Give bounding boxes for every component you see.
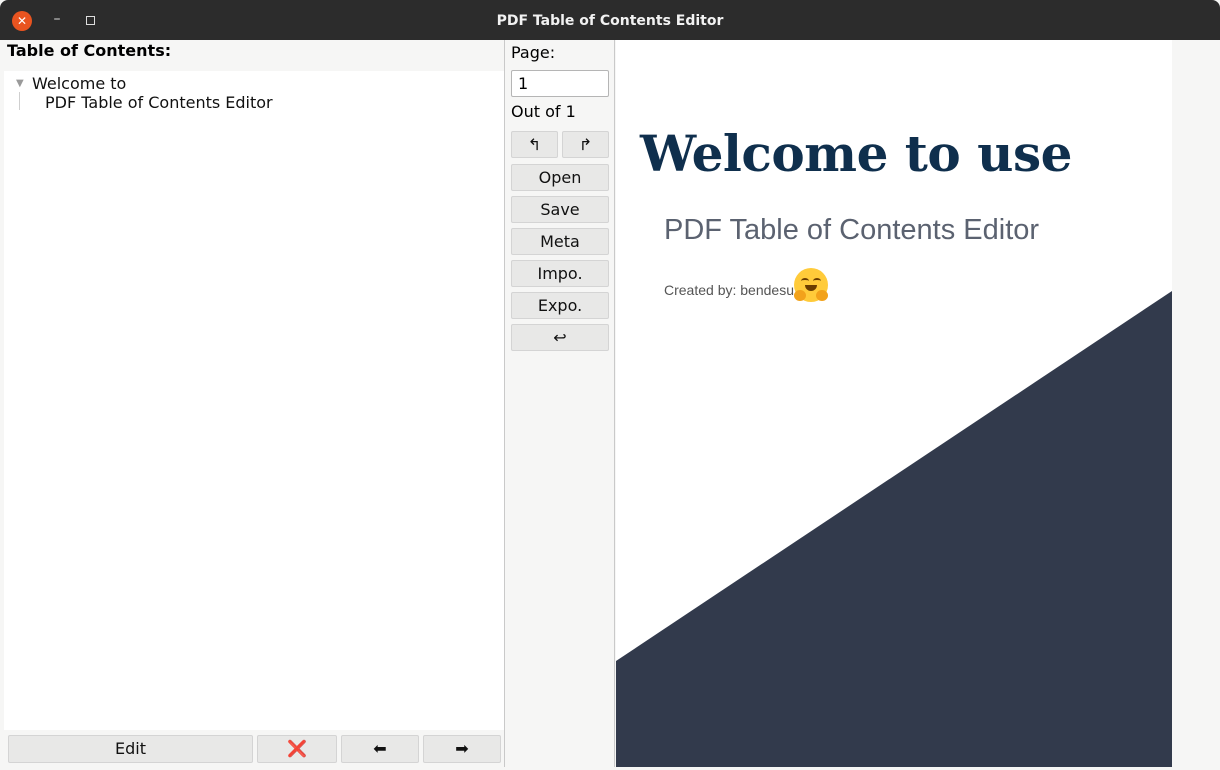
undo-icon: ↩ (553, 328, 567, 347)
page-number-input[interactable] (511, 70, 609, 97)
import-button[interactable]: Impo. (511, 260, 609, 287)
controls-panel: Page: Out of 1 ↰ ↱ Open Save Meta Impo. … (504, 40, 615, 767)
edit-button[interactable]: Edit (8, 735, 253, 763)
rotate-left-icon: ↰ (527, 135, 542, 154)
toc-item-line2: PDF Table of Contents Editor (45, 93, 273, 112)
toc-panel: Table of Contents: ▼ Welcome to PDF Tabl… (4, 40, 504, 767)
move-left-button[interactable]: ⬅ (341, 735, 419, 763)
export-button[interactable]: Expo. (511, 292, 609, 319)
meta-button[interactable]: Meta (511, 228, 609, 255)
toc-button-bar: Edit ❌ ⬅ ➡ (4, 730, 504, 767)
page-count-label: Out of 1 (511, 102, 576, 121)
rotate-right-button[interactable]: ↱ (562, 131, 609, 158)
toc-item[interactable]: Welcome to PDF Table of Contents Editor (32, 74, 273, 112)
hugging-face-emoji-icon (794, 268, 828, 302)
rotate-right-icon: ↱ (578, 135, 593, 154)
minimize-window-button[interactable]: – (48, 8, 66, 30)
tree-branch-line (19, 92, 20, 110)
toc-item-line1: Welcome to (32, 74, 127, 93)
undo-button[interactable]: ↩ (511, 324, 609, 351)
delete-x-icon: ❌ (287, 739, 307, 758)
open-button[interactable]: Open (511, 164, 609, 191)
close-window-button[interactable]: ✕ (12, 11, 32, 31)
window-title: PDF Table of Contents Editor (496, 13, 724, 29)
rotate-left-button[interactable]: ↰ (511, 131, 558, 158)
preview-headline: Welcome to use (640, 124, 1072, 183)
save-button[interactable]: Save (511, 196, 609, 223)
preview-subtitle: PDF Table of Contents Editor (664, 214, 1040, 246)
preview-credit: Created by: bendesu (664, 282, 794, 298)
expand-arrow-icon[interactable]: ▼ (16, 78, 24, 89)
toc-heading: Table of Contents: (4, 40, 504, 71)
maximize-window-button[interactable] (86, 16, 95, 25)
arrow-right-icon: ➡ (455, 739, 469, 758)
page-label: Page: (511, 43, 556, 62)
pdf-preview[interactable]: Welcome to use PDF Table of Contents Edi… (616, 40, 1172, 767)
title-bar: PDF Table of Contents Editor ✕ – (0, 0, 1220, 40)
delete-button[interactable]: ❌ (257, 735, 337, 763)
arrow-left-icon: ⬅ (373, 739, 387, 758)
move-right-button[interactable]: ➡ (423, 735, 501, 763)
